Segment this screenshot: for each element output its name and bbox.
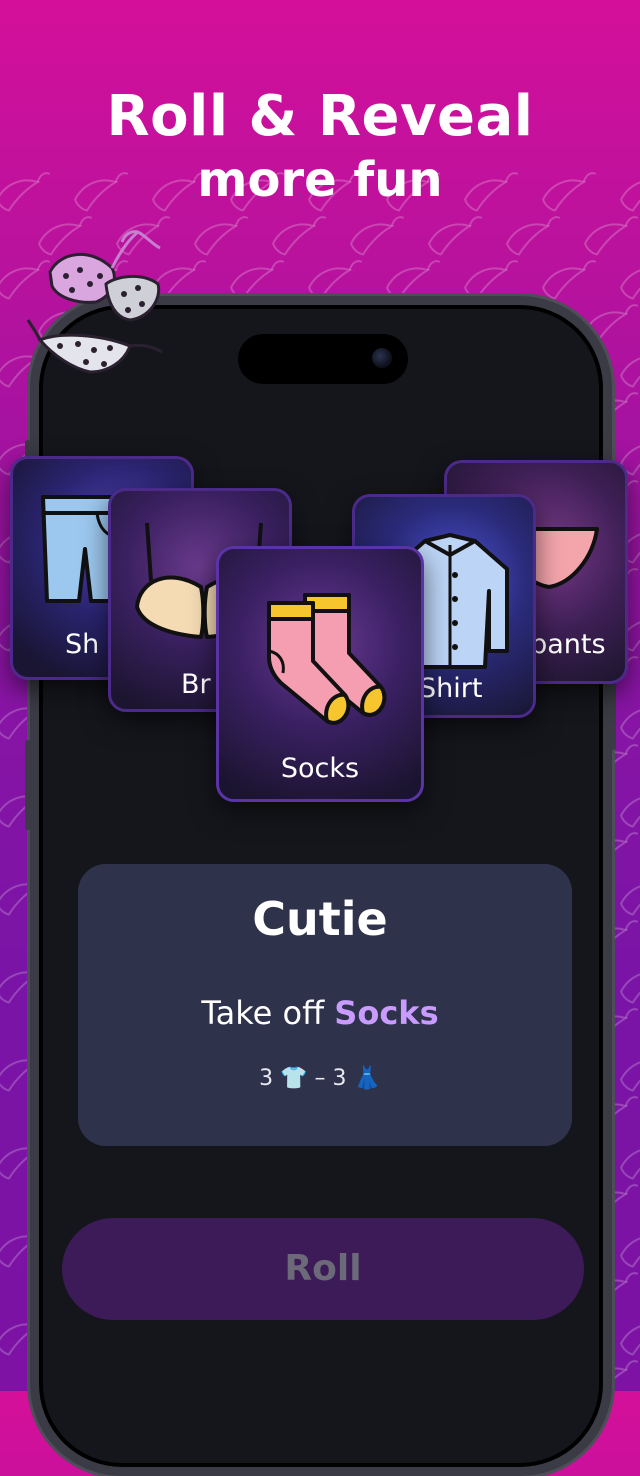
task-item: Socks [334,994,439,1032]
score-separator: – [314,1066,326,1091]
bikini-icon [26,230,163,374]
score-left: 3 [259,1066,274,1091]
card-label: Socks [280,753,360,784]
score-right: 3 [332,1066,347,1091]
headline-line-1: Roll & Reveal [106,84,534,149]
task-prefix: Take off [201,994,335,1032]
headline: Roll & Reveal more fun [0,82,640,208]
roll-button[interactable]: Roll [62,1218,584,1320]
dress-emoji-icon: 👗 [353,1066,381,1091]
card-label: Shirt [419,673,483,704]
shirt-emoji-icon: 👕 [280,1066,308,1091]
camera-icon [372,348,392,368]
socks-icon [267,593,387,725]
task-text: Take off Socks [0,994,640,1032]
result-title: Cutie [252,892,388,946]
headline-line-2: more fun [197,152,443,208]
card-socks[interactable]: Socks [216,546,424,802]
score-line: 3 👕 – 3 👗 [0,1066,640,1091]
phone-volume-button [25,740,31,830]
